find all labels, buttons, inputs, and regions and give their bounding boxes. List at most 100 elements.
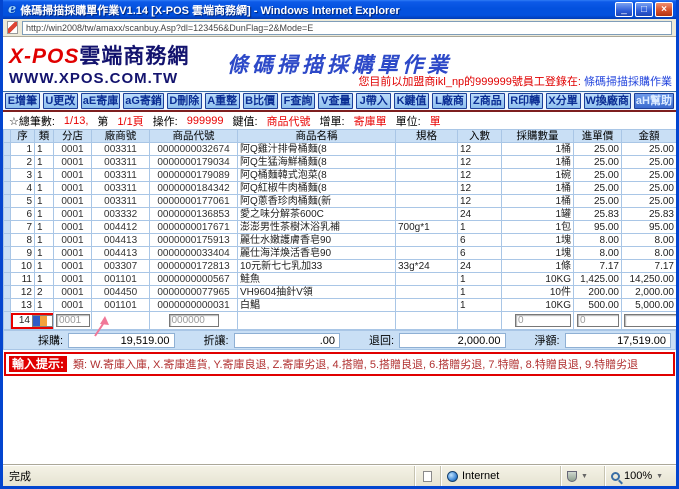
table-row[interactable]: 8 1 0001 004413 0000000175913 麗仕水嫩護膚香皂90… bbox=[3, 233, 676, 247]
cell-type: 1 bbox=[34, 207, 54, 221]
toolbar-button[interactable]: K鍵值 bbox=[394, 93, 430, 109]
toolbar-button[interactable]: J帶入 bbox=[356, 93, 392, 109]
return-value: 2,000.00 bbox=[399, 332, 506, 348]
toolbar-button[interactable]: W換廠商 bbox=[583, 93, 631, 109]
cell-spec bbox=[395, 298, 458, 312]
cell-code: 0000000184342 bbox=[149, 181, 238, 195]
toolbar-button[interactable]: U更改 bbox=[42, 93, 78, 109]
minimize-button[interactable]: _ bbox=[615, 2, 633, 17]
column-header: 金額 bbox=[621, 129, 676, 143]
address-bar: http://win2008/tw/amaxx/scanbuy.Asp?dl=1… bbox=[3, 19, 676, 37]
toolbar-button[interactable]: Z商品 bbox=[469, 93, 505, 109]
toolbar-button[interactable]: R印轉 bbox=[507, 93, 543, 109]
zoom-level: 100% bbox=[624, 470, 653, 482]
table-row[interactable]: 11 1 0001 001101 0000000000567 鮭魚 1 10KG… bbox=[3, 272, 676, 286]
cell-spec bbox=[395, 142, 458, 156]
table-row[interactable]: 13 1 0001 001101 0000000000031 白鯧 1 10KG… bbox=[3, 298, 676, 312]
table-row[interactable]: 5 1 0001 003311 0000000177061 阿Q蔥香珍肉桶麵(新… bbox=[3, 194, 676, 208]
cell-innum: 1 bbox=[457, 220, 502, 234]
cell-price: 25.00 bbox=[573, 168, 622, 182]
address-input[interactable]: http://win2008/tw/amaxx/scanbuy.Asp?dl=1… bbox=[22, 20, 672, 35]
cell-seq: 8 bbox=[10, 233, 35, 247]
amount-input[interactable] bbox=[624, 314, 676, 327]
toolbar-button[interactable]: A重整 bbox=[204, 93, 240, 109]
cell-qty: 1塊 bbox=[501, 246, 574, 260]
cell-price: 25.00 bbox=[573, 181, 622, 195]
table-row[interactable]: 1 1 0001 003311 0000000032674 阿Q雞汁排骨桶麵(8… bbox=[3, 142, 676, 156]
toolbar-button[interactable]: D刪除 bbox=[166, 93, 202, 109]
cell-code: 0000000077965 bbox=[149, 285, 238, 299]
cell-qty: 1條 bbox=[501, 259, 574, 273]
cell-store: 0001 bbox=[53, 168, 92, 182]
status-icon-pane bbox=[414, 466, 440, 486]
table-row[interactable]: 10 1 0001 003307 0000000172813 10元新七七乳加3… bbox=[3, 259, 676, 273]
type-input[interactable] bbox=[32, 314, 53, 327]
active-entry-highlight: 14 bbox=[11, 312, 53, 329]
cell-qty: 1塊 bbox=[501, 233, 574, 247]
cell-spec bbox=[395, 168, 458, 182]
row-indicator bbox=[3, 272, 11, 286]
entry-row: 14 0001 000000 0 0 bbox=[3, 311, 676, 330]
cell-store: 0001 bbox=[53, 233, 92, 247]
toolbar-button[interactable]: aE寄庫 bbox=[80, 93, 121, 109]
cell-qty: 1碗 bbox=[501, 168, 574, 182]
qty-input[interactable]: 0 bbox=[515, 314, 571, 327]
cell-amount: 8.00 bbox=[621, 233, 676, 247]
window-title: 條碼掃描採購單作業V1.14 [X-POS 雲端商務網] - Windows I… bbox=[20, 4, 400, 17]
cell-seq: 12 bbox=[10, 285, 35, 299]
cell-qty: 10KG bbox=[501, 298, 574, 312]
cell-innum: 1 bbox=[457, 298, 502, 312]
cell-vendor: 004412 bbox=[91, 220, 150, 234]
cell-vendor: 004413 bbox=[91, 246, 150, 260]
login-status: 您目前以加盟商ikl_np的999999號員工登錄在: 條碼掃描採購作業 bbox=[358, 73, 672, 89]
cell-spec bbox=[395, 233, 458, 247]
toolbar-button[interactable]: F查詢 bbox=[280, 93, 316, 109]
maximize-button[interactable]: □ bbox=[635, 2, 653, 17]
zoom-control[interactable]: 100% ▼ bbox=[604, 466, 676, 486]
cell-price: 1,425.00 bbox=[573, 272, 622, 286]
row-indicator bbox=[3, 246, 11, 260]
table-row[interactable]: 2 1 0001 003311 0000000179034 阿Q生猛海鮮桶麵(8… bbox=[3, 155, 676, 169]
cell-type: 1 bbox=[34, 181, 54, 195]
cell-qty: 10KG bbox=[501, 272, 574, 286]
cell-type: 1 bbox=[34, 259, 54, 273]
table-row[interactable]: 6 1 0001 003332 0000000136853 愛之味分解茶600C… bbox=[3, 207, 676, 221]
table-row[interactable]: 7 1 0001 004412 0000000017671 澎澎男性茶樹沐浴乳補… bbox=[3, 220, 676, 234]
toolbar-button[interactable]: E增筆 bbox=[5, 93, 40, 109]
toolbar-button[interactable]: B比價 bbox=[242, 93, 278, 109]
code-input[interactable]: 000000 bbox=[168, 314, 219, 327]
cell-code: 0000000017671 bbox=[149, 220, 238, 234]
row-indicator-header bbox=[3, 129, 11, 143]
status-segment: 寄庫單 bbox=[353, 116, 387, 128]
toolbar-button[interactable]: aH幫助 bbox=[633, 93, 674, 109]
discount-value: .00 bbox=[233, 332, 340, 348]
toolbar-button[interactable]: V查量 bbox=[318, 93, 354, 109]
table-row[interactable]: 9 1 0001 004413 0000000033404 麗仕海洋煥活香皂90… bbox=[3, 246, 676, 260]
cell-seq: 7 bbox=[10, 220, 35, 234]
table-row[interactable]: 3 1 0001 003311 0000000179089 阿Q桶麵韓式泡菜(8… bbox=[3, 168, 676, 182]
toolbar-button[interactable]: aG寄銷 bbox=[123, 93, 164, 109]
entry-qty-cell: 0 bbox=[501, 311, 574, 330]
toolbar-button[interactable]: L廠商 bbox=[432, 93, 467, 109]
cell-innum: 24 bbox=[457, 207, 502, 221]
cell-code: 0000000175913 bbox=[149, 233, 238, 247]
cell-code: 0000000033404 bbox=[149, 246, 238, 260]
cell-name: 10元新七七乳加33 bbox=[237, 259, 396, 273]
cell-store: 0001 bbox=[53, 285, 92, 299]
cell-innum: 1 bbox=[457, 285, 502, 299]
cell-spec bbox=[395, 285, 458, 299]
row-indicator bbox=[3, 285, 11, 299]
protected-mode-pane[interactable]: ▼ bbox=[560, 466, 604, 486]
cell-amount: 95.00 bbox=[621, 220, 676, 234]
page-icon bbox=[7, 21, 18, 34]
table-row[interactable]: 4 1 0001 003311 0000000184342 阿Q紅椒牛肉桶麵(8… bbox=[3, 181, 676, 195]
cell-code: 0000000179089 bbox=[149, 168, 238, 182]
cell-amount: 7.17 bbox=[621, 259, 676, 273]
row-indicator bbox=[3, 207, 11, 221]
store-input[interactable]: 0001 bbox=[56, 314, 90, 327]
price-input[interactable]: 0 bbox=[577, 314, 619, 327]
toolbar-button[interactable]: X分單 bbox=[545, 93, 581, 109]
close-button[interactable]: × bbox=[655, 2, 673, 17]
cell-store: 0001 bbox=[53, 272, 92, 286]
table-row[interactable]: 12 2 0001 004450 0000000077965 VH9604抽針V… bbox=[3, 285, 676, 299]
